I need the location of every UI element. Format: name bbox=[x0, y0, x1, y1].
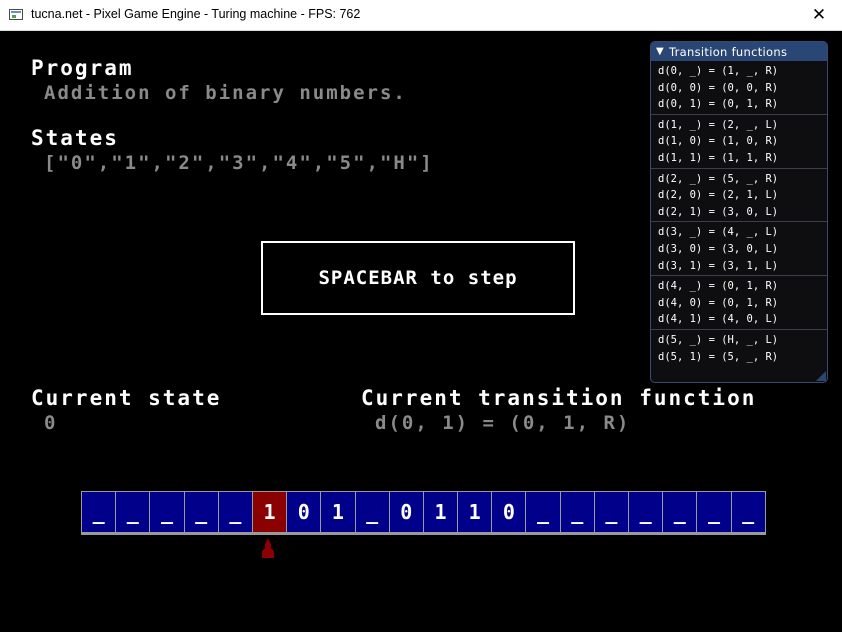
tape-cell: _ bbox=[731, 492, 765, 532]
app-window-icon bbox=[9, 9, 23, 20]
tape-cell: 0 bbox=[287, 492, 321, 532]
transition-group: d(5, _) = (H, _, L) d(5, 1) = (5, _, R) bbox=[651, 330, 827, 366]
transition-group: d(0, _) = (1, _, R) d(0, 0) = (0, 0, R) d(… bbox=[651, 61, 827, 115]
transition-function-line: d(4, _) = (0, 1, R) bbox=[658, 280, 779, 293]
window-title: tucna.net - Pixel Game Engine - Turing m… bbox=[31, 7, 361, 21]
tape-cell: _ bbox=[629, 492, 663, 532]
transition-function-line: d(3, 0) = (3, 0, L) bbox=[658, 242, 779, 255]
tape-cell: _ bbox=[560, 492, 594, 532]
game-canvas[interactable]: Program Addition of binary numbers. Stat… bbox=[0, 31, 842, 632]
tape-cell: _ bbox=[150, 492, 184, 532]
tape-cell: _ bbox=[82, 492, 116, 532]
current-state-heading: Current state bbox=[31, 386, 222, 410]
transition-function-line: d(3, 1) = (3, 1, L) bbox=[658, 259, 779, 272]
resize-grip-icon[interactable] bbox=[816, 371, 826, 381]
tape-cell: _ bbox=[697, 492, 731, 532]
tape-head-marker-icon bbox=[262, 538, 274, 558]
transition-function-line: d(4, 0) = (0, 1, R) bbox=[658, 296, 779, 309]
tape-cell: 0 bbox=[389, 492, 423, 532]
tape-cell: _ bbox=[526, 492, 560, 532]
transition-group: d(2, _) = (5, _, R) d(2, 0) = (2, 1, L) d(… bbox=[651, 169, 827, 223]
tape-cell: 1 bbox=[458, 492, 492, 532]
transition-functions-panel[interactable]: ▼ Transition functions d(0, _) = (1, _, … bbox=[650, 41, 828, 383]
transition-function-line: d(1, _) = (2, _, L) bbox=[658, 118, 779, 131]
states-value: ["0","1","2","3","4","5","H"] bbox=[44, 152, 434, 174]
collapse-triangle-icon[interactable]: ▼ bbox=[656, 46, 664, 57]
current-transition-heading: Current transition function bbox=[361, 386, 757, 410]
panel-body: d(0, _) = (1, _, R) d(0, 0) = (0, 0, R) d(… bbox=[651, 61, 827, 366]
panel-header[interactable]: ▼ Transition functions bbox=[651, 42, 827, 61]
states-heading: States bbox=[31, 126, 119, 150]
tape: _ _ _ _ _ 1 0 1 _ 0 1 1 0 _ _ _ _ _ _ _ bbox=[81, 491, 766, 535]
transition-function-line: d(1, 0) = (1, 0, R) bbox=[658, 135, 779, 148]
transition-function-line: d(4, 1) = (4, 0, L) bbox=[658, 313, 779, 326]
current-transition-value: d(0, 1) = (0, 1, R) bbox=[375, 412, 631, 434]
tape-cell: _ bbox=[218, 492, 252, 532]
tape-cell-head: 1 bbox=[252, 492, 287, 532]
tape-cell: _ bbox=[184, 492, 218, 532]
transition-function-line: d(0, 0) = (0, 0, R) bbox=[658, 81, 779, 94]
tape-cell: _ bbox=[355, 492, 389, 532]
transition-function-line: d(0, _) = (1, _, R) bbox=[658, 65, 779, 77]
transition-function-line: d(3, _) = (4, _, L) bbox=[658, 226, 779, 239]
transition-group: d(4, _) = (0, 1, R) d(4, 0) = (0, 1, R) d(… bbox=[651, 276, 827, 330]
program-value: Addition of binary numbers. bbox=[44, 82, 407, 104]
transition-function-line: d(2, 1) = (3, 0, L) bbox=[658, 205, 779, 218]
program-heading: Program bbox=[31, 56, 134, 80]
tape-cell: _ bbox=[594, 492, 628, 532]
transition-group: d(1, _) = (2, _, L) d(1, 0) = (1, 0, R) d(… bbox=[651, 115, 827, 169]
transition-function-line: d(0, 1) = (0, 1, R) bbox=[658, 98, 779, 111]
tape-cell: _ bbox=[663, 492, 697, 532]
tape-cell: 1 bbox=[423, 492, 458, 532]
step-prompt-box: SPACEBAR to step bbox=[261, 241, 575, 315]
title-bar: tucna.net - Pixel Game Engine - Turing m… bbox=[0, 0, 842, 31]
transition-function-line: d(5, 1) = (5, _, R) bbox=[658, 350, 779, 363]
tape-cell: 0 bbox=[492, 492, 526, 532]
current-state-value: 0 bbox=[44, 412, 58, 434]
transition-function-line: d(5, _) = (H, _, L) bbox=[658, 333, 779, 346]
tape-cell: 1 bbox=[321, 492, 355, 532]
close-button[interactable]: ✕ bbox=[796, 0, 842, 30]
panel-title: Transition functions bbox=[669, 44, 788, 59]
transition-function-line: d(1, 1) = (1, 1, R) bbox=[658, 151, 779, 164]
transition-group: d(3, _) = (4, _, L) d(3, 0) = (3, 0, L) d(… bbox=[651, 222, 827, 277]
transition-function-line: d(2, 0) = (2, 1, L) bbox=[658, 189, 779, 202]
transition-function-line: d(2, _) = (5, _, R) bbox=[658, 172, 779, 185]
tape-cell: _ bbox=[116, 492, 150, 532]
step-prompt-label: SPACEBAR to step bbox=[318, 267, 518, 289]
